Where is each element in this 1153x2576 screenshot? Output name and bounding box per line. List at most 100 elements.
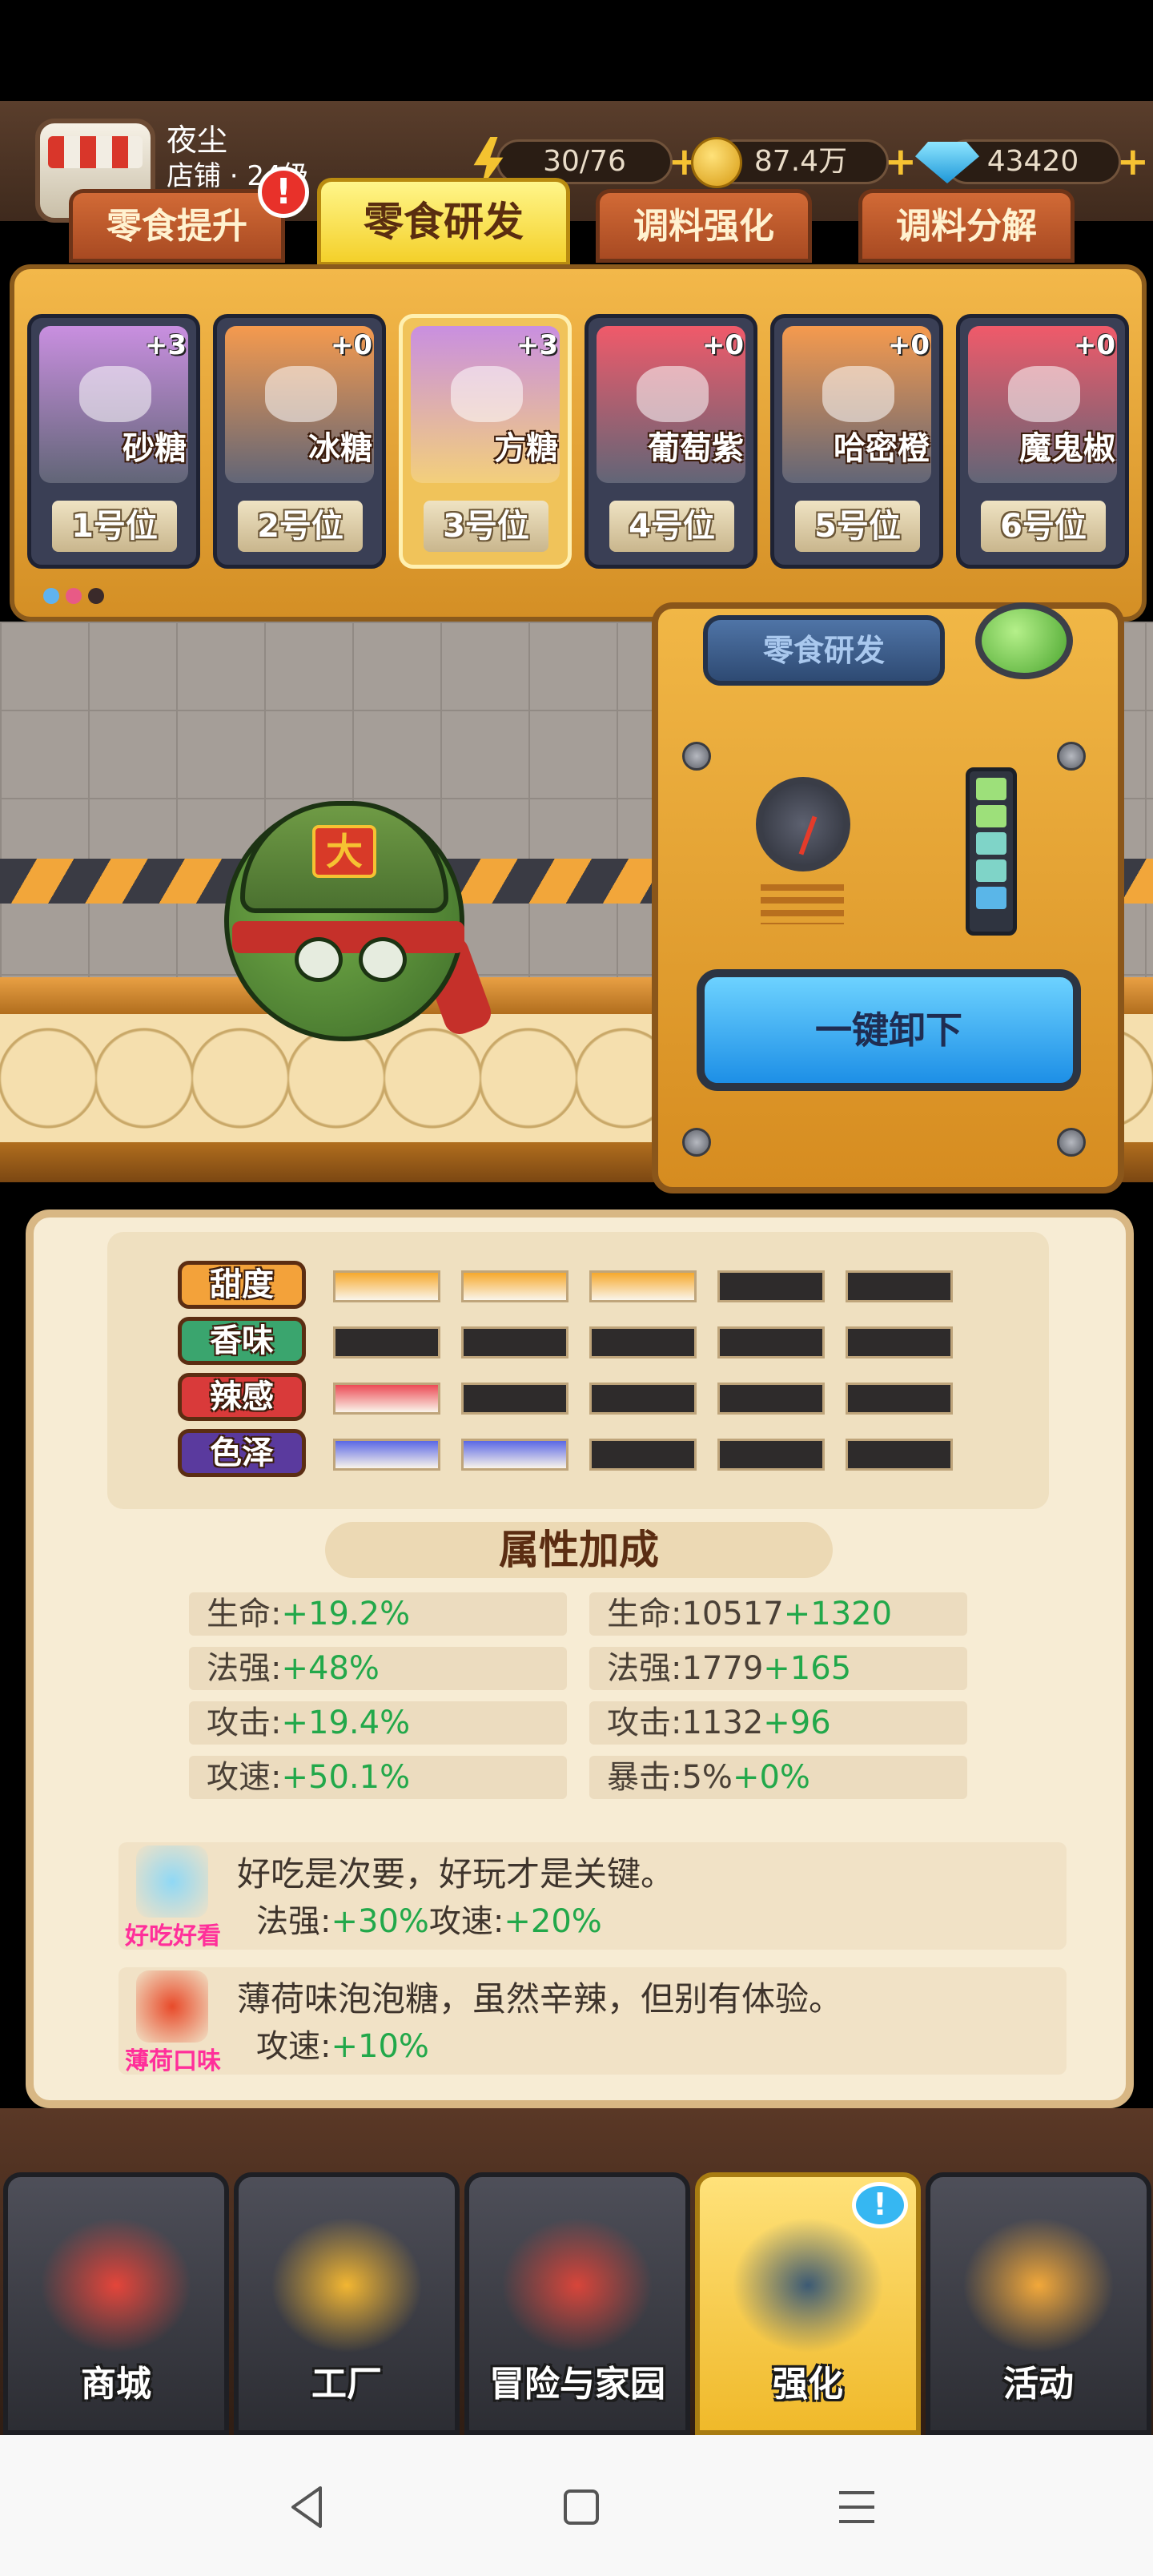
combo-bonus-label: 攻速:: [256, 2028, 331, 2065]
attribute-segment: [717, 1383, 825, 1415]
attribute-label: 色泽: [178, 1429, 306, 1477]
attribute-segment: [333, 1270, 440, 1302]
bonus-stat: 法强:+48%: [189, 1647, 567, 1690]
attribute-segment: [589, 1326, 697, 1358]
ingredient-slot[interactable]: +0 魔鬼椒 6号位: [956, 314, 1129, 569]
bonus-stat: 攻速:+50.1%: [189, 1756, 567, 1799]
combo-effect: 好吃好看 好吃是次要，好玩才是关键。 法强:+30%攻速:+20%: [119, 1842, 1067, 1950]
attribute-segment: [589, 1439, 697, 1471]
back-icon[interactable]: [275, 2475, 339, 2539]
attribute-segment: [461, 1439, 568, 1471]
unload-all-button[interactable]: 一键卸下: [697, 969, 1081, 1091]
nav-label: 强化: [773, 2364, 843, 2405]
tab-snack-upgrade[interactable]: 零食提升: [69, 189, 285, 263]
nav-enhance-icon: [732, 2217, 884, 2353]
slot-position-label: 4号位: [609, 501, 734, 552]
combo-bonus-value: +20%: [504, 1903, 602, 1940]
character-eye: [295, 937, 343, 982]
nav-events[interactable]: 活动: [926, 2172, 1151, 2435]
slot-position-label: 2号位: [238, 501, 363, 552]
bonus-title: 属性加成: [325, 1522, 833, 1578]
home-icon[interactable]: [549, 2475, 613, 2539]
combo-tag: 薄荷口味: [125, 2047, 221, 2075]
ingredient-slot[interactable]: +3 砂糖 1号位: [27, 314, 200, 569]
bonus-label: 攻击:1132: [607, 1705, 764, 1741]
ingredient-name: 魔鬼椒: [1019, 430, 1115, 467]
bonus-value: +0%: [732, 1759, 810, 1796]
bonus-value: +50.1%: [281, 1759, 411, 1796]
ingredient-name: 冰糖: [308, 430, 372, 467]
bolt-icon: [1057, 1128, 1086, 1157]
ingredient-level: +3: [516, 329, 558, 361]
research-machine: [652, 602, 1124, 1193]
nav-label: 工厂: [311, 2364, 382, 2405]
attribute-label: 辣感: [178, 1373, 306, 1421]
ingredient-slot[interactable]: +0 哈密橙 5号位: [770, 314, 943, 569]
attribute-segment: [717, 1439, 825, 1471]
menu-icon[interactable]: [825, 2475, 889, 2539]
bonus-label: 攻速:: [207, 1759, 282, 1796]
nav-adventure-home[interactable]: 冒险与家园: [464, 2172, 690, 2435]
bonus-value: +48%: [281, 1650, 380, 1687]
nav-label: 冒险与家园: [489, 2364, 665, 2405]
level-meter: [966, 767, 1017, 936]
character-eye: [359, 937, 407, 982]
combo-description: 好吃是次要，好玩才是关键。: [237, 1854, 675, 1894]
ingredient-slot[interactable]: +0 葡萄紫 4号位: [585, 314, 757, 569]
bonus-value: +19.4%: [281, 1705, 411, 1741]
ingredient-icon: [637, 366, 709, 422]
combo-icon: [136, 1970, 208, 2043]
combo-bonus-value: +30%: [331, 1903, 429, 1940]
snack-character[interactable]: 大: [216, 801, 504, 1049]
bolt-icon: [682, 1128, 711, 1157]
coin-value: 87.4万: [753, 145, 848, 178]
slot-position-label: 1号位: [52, 501, 177, 552]
tab-snack-research[interactable]: 零食研发: [317, 178, 570, 266]
gem-counter: 43420 +: [915, 139, 1149, 184]
attribute-label: 香味: [178, 1317, 306, 1365]
attribute-segment: [717, 1326, 825, 1358]
alert-badge-icon: !: [258, 167, 309, 218]
attribute-segment: [461, 1383, 568, 1415]
ingredient-icon: [79, 366, 151, 422]
slot-position-label: 6号位: [981, 501, 1106, 552]
nav-label: 商城: [81, 2364, 151, 2405]
bonus-label: 暴击:5%: [607, 1759, 733, 1796]
green-lamp-icon: [975, 602, 1073, 679]
ingredient-level: +0: [701, 329, 744, 361]
coin-counter: 87.4万 +: [691, 137, 917, 188]
ingredient-level: +0: [887, 329, 930, 361]
bonus-label: 法强:: [207, 1650, 282, 1687]
attribute-segment: [717, 1270, 825, 1302]
bonus-stat: 暴击:5%+0%: [589, 1756, 967, 1799]
nav-factory[interactable]: 工厂: [234, 2172, 460, 2435]
combo-tag: 好吃好看: [125, 1922, 221, 1950]
attribute-segment: [461, 1270, 568, 1302]
ingredient-slot[interactable]: +0 冰糖 2号位: [213, 314, 386, 569]
ingredient-level: +3: [144, 329, 187, 361]
attribute-segment: [589, 1383, 697, 1415]
combo-icon: [136, 1845, 208, 1918]
add-coins-button[interactable]: +: [885, 142, 917, 182]
combo-description: 薄荷味泡泡糖，虽然辛辣，但别有体验。: [237, 1979, 843, 2019]
gem-value: 43420: [986, 145, 1079, 178]
attribute-row: 色泽: [178, 1429, 978, 1477]
ingredient-level: +0: [330, 329, 372, 361]
tab-seasoning-decompose[interactable]: 调料分解: [858, 189, 1075, 263]
ingredient-level: +0: [1073, 329, 1115, 361]
attribute-segment: [846, 1439, 953, 1471]
nav-label: 活动: [1003, 2364, 1074, 2405]
bonus-stat: 法强:1779+165: [589, 1647, 967, 1690]
status-bar: [0, 0, 1153, 101]
nav-shop[interactable]: 商城: [3, 2172, 229, 2435]
add-gems-button[interactable]: +: [1117, 142, 1149, 182]
bonus-label: 生命:10517: [607, 1596, 784, 1632]
ingredient-slot[interactable]: +3 方糖 3号位: [399, 314, 572, 569]
attribute-segment: [846, 1383, 953, 1415]
attribute-segment: [589, 1270, 697, 1302]
attribute-segment: [333, 1326, 440, 1358]
combo-bonus: 攻速:+10%: [256, 2020, 429, 2067]
attribute-segment: [846, 1326, 953, 1358]
tab-seasoning-enhance[interactable]: 调料强化: [596, 189, 812, 263]
bonus-value: +165: [763, 1650, 852, 1687]
